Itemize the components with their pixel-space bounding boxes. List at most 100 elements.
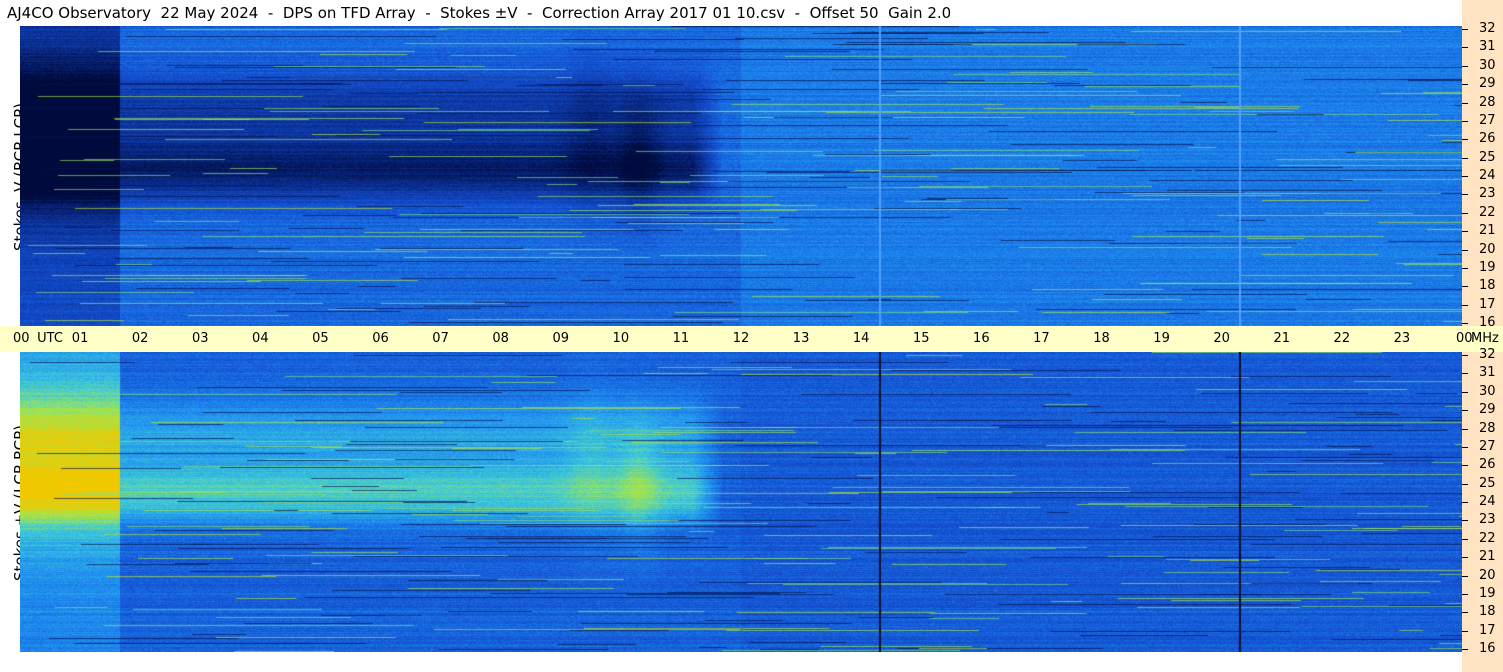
- frequency-tick-mark: [1462, 231, 1468, 233]
- frequency-tick-mark: [1462, 323, 1468, 324]
- frequency-tick-mark: [1462, 304, 1468, 306]
- utc-unit-label: UTC: [37, 331, 63, 346]
- frequency-tick-label: 31: [1479, 365, 1496, 381]
- frequency-tick-label: 29: [1479, 402, 1496, 418]
- spectrogram-canvas-bottom: [20, 352, 1462, 652]
- time-tick-label: 00: [13, 331, 30, 346]
- frequency-tick-label: 21: [1479, 549, 1496, 565]
- frequency-tick-label: 28: [1479, 420, 1496, 436]
- frequency-tick-label: 26: [1479, 457, 1496, 473]
- time-tick-label: 06: [372, 331, 389, 346]
- title-bar: AJ4CO Observatory 22 May 2024 - DPS on T…: [0, 0, 1462, 26]
- frequency-tick-label: 30: [1479, 383, 1496, 399]
- frequency-tick-mark: [1462, 428, 1468, 430]
- frequency-tick-mark: [1462, 538, 1468, 540]
- time-tick-label: 15: [912, 331, 930, 346]
- frequency-tick-label: 19: [1479, 585, 1496, 601]
- frequency-tick-label: 26: [1479, 131, 1496, 147]
- frequency-tick-mark: [1462, 102, 1468, 104]
- frequency-tick-mark: [1462, 520, 1468, 522]
- frequency-tick-mark: [1462, 194, 1468, 196]
- time-tick-label: 12: [732, 331, 750, 346]
- time-tick-label: 05: [312, 331, 329, 346]
- frequency-tick-mark: [1462, 157, 1468, 159]
- time-tick-label: 09: [552, 331, 570, 346]
- frequency-tick-mark: [1462, 483, 1468, 485]
- frequency-tick-label: 21: [1479, 223, 1496, 239]
- frequency-tick-label: 22: [1479, 204, 1496, 220]
- frequency-tick-label: 29: [1479, 76, 1496, 92]
- frequency-tick-label: 19: [1479, 259, 1496, 275]
- frequency-tick-mark: [1462, 575, 1468, 577]
- frequency-tick-label: 17: [1479, 296, 1496, 312]
- frequency-tick-mark: [1462, 249, 1468, 251]
- frequency-tick-label: 17: [1479, 622, 1496, 638]
- frequency-tick-label: 16: [1479, 315, 1496, 330]
- frequency-tick-mark: [1462, 355, 1468, 356]
- frequency-tick-mark: [1462, 465, 1468, 467]
- frequency-tick-mark: [1462, 267, 1468, 269]
- frequency-tick-label: 31: [1479, 39, 1496, 55]
- frequency-tick-mark: [1462, 446, 1468, 448]
- frequency-tick-mark: [1462, 557, 1468, 559]
- chart-title: AJ4CO Observatory 22 May 2024 - DPS on T…: [7, 4, 952, 22]
- frequency-tick-mark: [1462, 212, 1468, 214]
- frequency-tick-mark: [1462, 373, 1468, 375]
- time-tick-label: 01: [71, 331, 89, 346]
- time-tick-label: 17: [1033, 331, 1050, 346]
- frequency-tick-mark: [1462, 410, 1468, 412]
- frequency-tick-mark: [1462, 286, 1468, 288]
- frequency-tick-label: 16: [1479, 641, 1496, 656]
- frequency-tick-label: 28: [1479, 94, 1496, 110]
- time-tick-label: 18: [1093, 331, 1110, 346]
- frequency-tick-label: 25: [1479, 149, 1496, 165]
- frequency-tick-label: 27: [1479, 112, 1496, 128]
- frequency-tick-label: 18: [1479, 278, 1496, 294]
- frequency-tick-mark: [1462, 612, 1468, 614]
- time-tick-label: 11: [672, 331, 690, 346]
- frequency-tick-mark: [1462, 139, 1468, 141]
- frequency-tick-label: 24: [1479, 494, 1496, 509]
- frequency-tick-label: 22: [1479, 530, 1496, 546]
- frequency-tick-label: 32: [1479, 347, 1496, 362]
- time-tick-label: 08: [492, 331, 509, 346]
- time-tick-label: 16: [973, 331, 990, 346]
- frequency-tick-label: 18: [1479, 604, 1496, 620]
- time-axis: 00 01 02 03 04 05 06 07 08 09 10 11 12 13 14 15 16 17 18 19…: [0, 326, 1503, 352]
- frequency-tick-mark: [1462, 649, 1468, 650]
- time-tick-label: 21: [1273, 331, 1291, 346]
- time-tick-label: 03: [191, 331, 209, 346]
- time-tick-label: 19: [1153, 331, 1170, 346]
- time-tick-label: 02: [131, 331, 149, 346]
- frequency-tick-mark: [1462, 176, 1468, 177]
- spectrogram-bottom-stokes-plus-v: [20, 352, 1462, 652]
- frequency-tick-mark: [1462, 120, 1468, 122]
- frequency-tick-mark: [1462, 65, 1468, 67]
- frequency-tick-label: 30: [1479, 57, 1496, 73]
- spectrogram-top-stokes-minus-v: [20, 26, 1462, 326]
- frequency-tick-label: 20: [1479, 241, 1496, 257]
- frequency-tick-mark: [1462, 47, 1468, 49]
- frequency-tick-label: 24: [1479, 168, 1496, 183]
- frequency-tick-mark: [1462, 391, 1468, 393]
- time-tick-label: 13: [792, 331, 810, 346]
- frequency-tick-mark: [1462, 502, 1468, 503]
- mhz-unit-label: MHz: [1471, 331, 1499, 346]
- frequency-tick-mark: [1462, 84, 1468, 86]
- time-tick-label: 22: [1333, 331, 1351, 346]
- frequency-tick-mark: [1462, 630, 1468, 632]
- spectrogram-canvas-top: [20, 26, 1462, 326]
- frequency-tick-mark: [1462, 29, 1468, 30]
- frequency-tick-label: 23: [1479, 186, 1496, 202]
- time-tick-label: 04: [252, 331, 269, 346]
- time-tick-label: 07: [432, 331, 449, 346]
- time-tick-label: 10: [612, 331, 630, 346]
- frequency-tick-label: 27: [1479, 438, 1496, 454]
- time-tick-label: 14: [852, 331, 870, 346]
- frequency-tick-label: 25: [1479, 475, 1496, 491]
- time-tick-label: 20: [1213, 331, 1230, 346]
- frequency-tick-label: 23: [1479, 512, 1496, 528]
- frequency-tick-mark: [1462, 593, 1468, 595]
- frequency-tick-label: 20: [1479, 567, 1496, 583]
- time-tick-label: 23: [1393, 331, 1411, 346]
